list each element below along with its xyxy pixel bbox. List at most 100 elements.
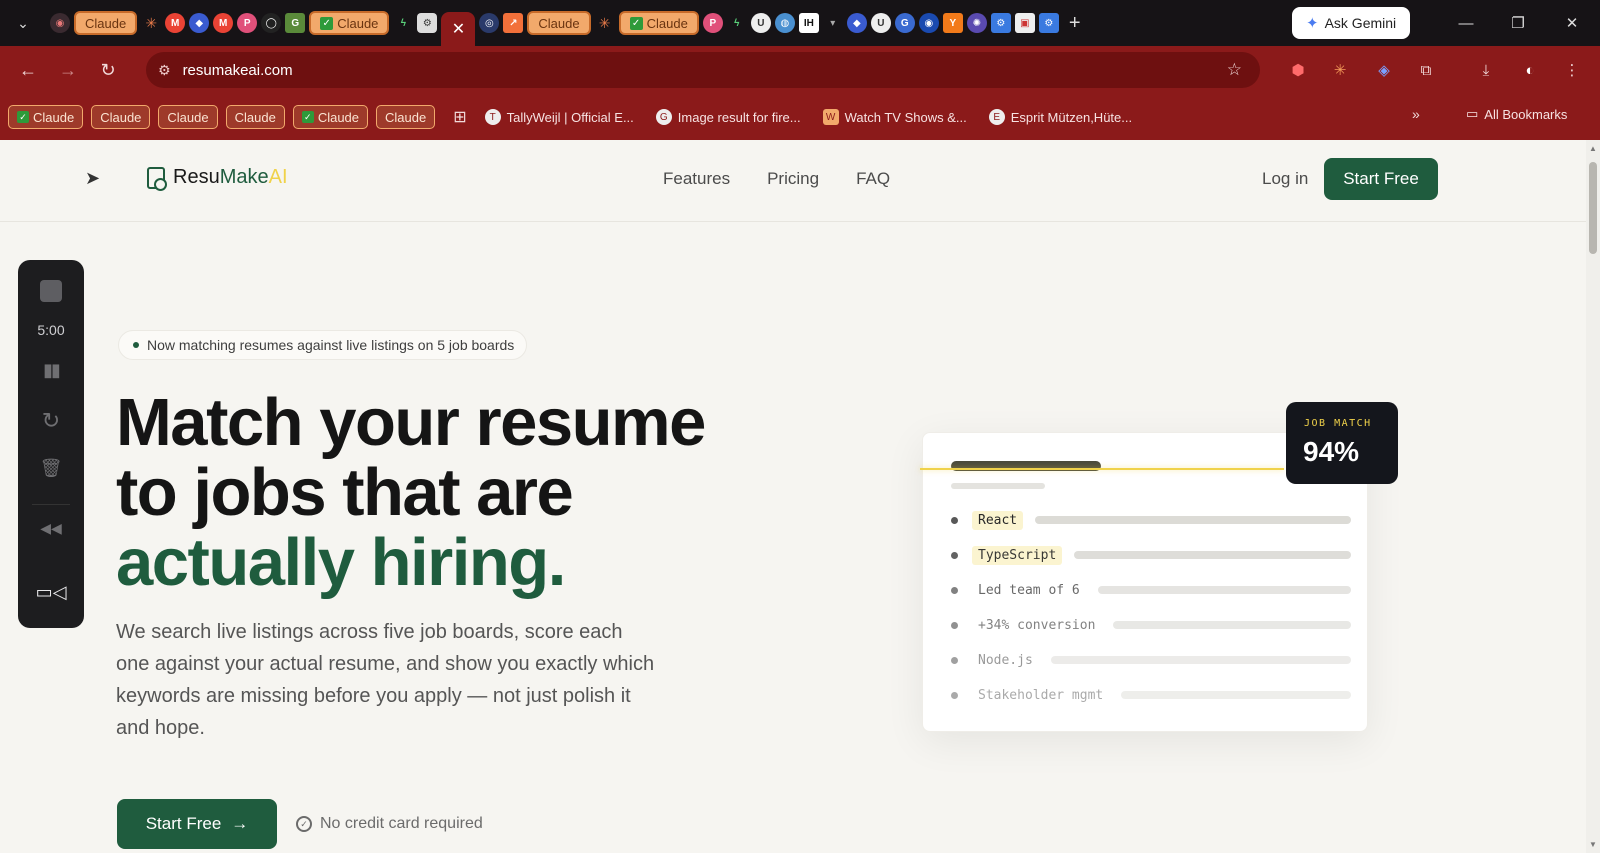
rewind-icon[interactable]: ◀◀ [18, 520, 84, 537]
profile-avatar-icon[interactable]: ◐ [1518, 58, 1542, 82]
keyword-bullet [951, 551, 958, 559]
tab-shield-icon[interactable]: ◆ [189, 13, 210, 33]
tab-u-icon[interactable]: U [750, 13, 771, 33]
mouse-cursor-icon: ➤ [85, 168, 101, 188]
tab-y-icon[interactable]: Y [942, 13, 963, 33]
keyword-row: Stakeholder mgmt [951, 684, 1351, 706]
hero-headline: Match your resume to jobs that are actua… [116, 385, 706, 600]
camera-icon[interactable]: ▭◁ [18, 582, 84, 603]
tab-bolt-icon-2[interactable]: ϟ [727, 13, 747, 33]
keyword-line [1035, 516, 1351, 524]
extension-red-icon[interactable]: ⬢ [1286, 58, 1310, 82]
tab-globe-icon[interactable]: ◍ [774, 13, 795, 33]
pause-icon[interactable]: ▮▮ [18, 360, 84, 381]
tab-recorder-icon[interactable]: ◉ [50, 13, 70, 33]
bookmark-link-2[interactable]: G Image result for fire... [655, 109, 801, 125]
tab-gmail-icon[interactable]: M [165, 13, 186, 33]
scroll-down-icon[interactable]: ▼ [1589, 840, 1597, 849]
tab-claude-checked[interactable]: ✓ Claude [309, 11, 390, 35]
site-logo[interactable]: ResuMakeAI [147, 166, 288, 191]
nav-features[interactable]: Features [663, 169, 730, 189]
page-scrollbar[interactable]: ▲ ▼ [1586, 140, 1600, 853]
url-text[interactable]: resumakeai.com [183, 62, 293, 79]
start-free-nav-button[interactable]: Start Free [1324, 158, 1438, 200]
menu-kebab-icon[interactable]: ⋮ [1560, 58, 1584, 82]
scroll-thumb[interactable] [1589, 162, 1597, 254]
tab-shirt-icon[interactable]: ▾ [823, 13, 843, 33]
apps-grid-icon[interactable]: ⊞ [453, 107, 466, 127]
scroll-up-icon[interactable]: ▲ [1589, 144, 1597, 153]
live-dot-icon [133, 342, 139, 348]
bookmark-link-1[interactable]: T TallyWeijl | Official E... [484, 109, 634, 125]
tab-claude[interactable]: Claude [74, 11, 138, 35]
forward-arrow-icon[interactable]: → [52, 54, 84, 86]
tab-p-icon[interactable]: P [237, 13, 258, 33]
tab-u-icon-2[interactable]: U [870, 13, 891, 33]
reload-icon[interactable]: ↻ [92, 54, 124, 86]
extension-blue-icon[interactable]: ◈ [1372, 58, 1396, 82]
back-arrow-icon[interactable]: ← [12, 54, 44, 86]
tab-bolt-icon[interactable]: ϟ [393, 13, 413, 33]
tab-chart-icon[interactable]: ↗ [503, 13, 524, 33]
download-icon[interactable]: ⤓ [1474, 58, 1498, 82]
tab-claude-3[interactable]: Claude [527, 11, 591, 35]
web-page: ➤ ResuMakeAI Features Pricing FAQ Log in… [0, 140, 1586, 853]
tab-ih-icon[interactable]: IH [798, 13, 819, 33]
bookmark-claude-2[interactable]: Claude [91, 105, 151, 129]
tab-shield-icon-2[interactable]: ◆ [846, 13, 867, 33]
close-window-icon[interactable]: ✕ [1546, 0, 1598, 46]
scan-line [920, 468, 1284, 470]
tab-settings-icon[interactable]: ⚙ [417, 13, 438, 33]
ask-gemini-button[interactable]: ✦ Ask Gemini [1292, 7, 1411, 39]
tab-search-chevron-icon[interactable]: ⌄ [10, 10, 36, 36]
resume-doc-icon [147, 166, 167, 191]
bookmark-claude-4[interactable]: Claude [225, 105, 285, 129]
tab-dark-icon[interactable]: ◯ [261, 13, 282, 33]
tab-circle-icon[interactable]: ◉ [918, 13, 939, 33]
tab-gear-icon[interactable]: ✺ [966, 13, 987, 33]
tab-blue-gear-icon-2[interactable]: ⚙ [1038, 13, 1059, 33]
trash-icon[interactable]: 🗑 [18, 458, 84, 479]
login-link[interactable]: Log in [1262, 169, 1308, 189]
keyword-line [1074, 551, 1351, 559]
hero-start-free-button[interactable]: Start Free → [117, 799, 277, 849]
extension-spark-icon[interactable]: ✳ [1328, 58, 1352, 82]
bookmark-star-icon[interactable]: ☆ [1227, 60, 1242, 80]
tab-image-icon[interactable]: ▣ [1014, 13, 1035, 33]
site-settings-icon[interactable]: ⚙ [158, 62, 171, 79]
tab-g-icon[interactable]: G [894, 13, 915, 33]
stop-recording-button[interactable] [18, 280, 84, 302]
brand-main: Resu [173, 166, 220, 188]
omnibox[interactable]: ⚙ resumakeai.com ☆ [146, 52, 1260, 88]
bookmark-link-4[interactable]: E Esprit Mützen,Hüte... [988, 109, 1132, 125]
extensions-puzzle-icon[interactable]: ⧉ [1414, 58, 1438, 82]
more-bookmarks-icon[interactable]: » [1412, 106, 1420, 122]
bookmark-claude-6[interactable]: Claude [376, 105, 436, 129]
restart-icon[interactable]: ↻ [18, 408, 84, 434]
tab-strip: ◉ Claude ✳ M ◆ M P ◯ G ✓ Claude ϟ ⚙ ✕ ◎ ↗… [50, 0, 1081, 46]
tab-active-close[interactable]: ✕ [441, 12, 476, 46]
bookmark-link-3[interactable]: W Watch TV Shows &... [822, 109, 967, 125]
tab-p-icon-2[interactable]: P [702, 13, 723, 33]
keyword-bullet [951, 656, 958, 664]
bookmark-claude-5[interactable]: ✓ Claude [292, 105, 369, 129]
minimize-icon[interactable]: — [1440, 0, 1492, 46]
tab-green-icon[interactable]: G [285, 13, 306, 33]
bookmark-claude-3[interactable]: Claude [158, 105, 218, 129]
keyword-row: +34% conversion [951, 614, 1351, 636]
tab-claude-spark-icon-2[interactable]: ✳ [595, 13, 615, 33]
tab-ai-icon[interactable]: ◎ [479, 13, 500, 33]
new-tab-plus-icon[interactable]: + [1069, 12, 1081, 35]
nav-pricing[interactable]: Pricing [767, 169, 819, 189]
bookmark-claude-1[interactable]: ✓ Claude [8, 105, 84, 129]
nav-faq[interactable]: FAQ [856, 169, 890, 189]
tab-claude-spark-icon[interactable]: ✳ [141, 13, 161, 33]
all-bookmarks-folder[interactable]: ▭ All Bookmarks [1466, 106, 1567, 122]
site-nav: Features Pricing FAQ [663, 169, 890, 189]
browser-tab-bar: ⌄ ◉ Claude ✳ M ◆ M P ◯ G ✓ Claude ϟ ⚙ ✕ ◎… [0, 0, 1600, 46]
tab-claude-checked-2[interactable]: ✓ Claude [618, 11, 699, 35]
tab-blue-gear-icon[interactable]: ⚙ [990, 13, 1011, 33]
restore-icon[interactable]: ❐ [1492, 0, 1544, 46]
globe-icon: T [484, 109, 501, 125]
tab-gmail-icon-2[interactable]: M [213, 13, 234, 33]
